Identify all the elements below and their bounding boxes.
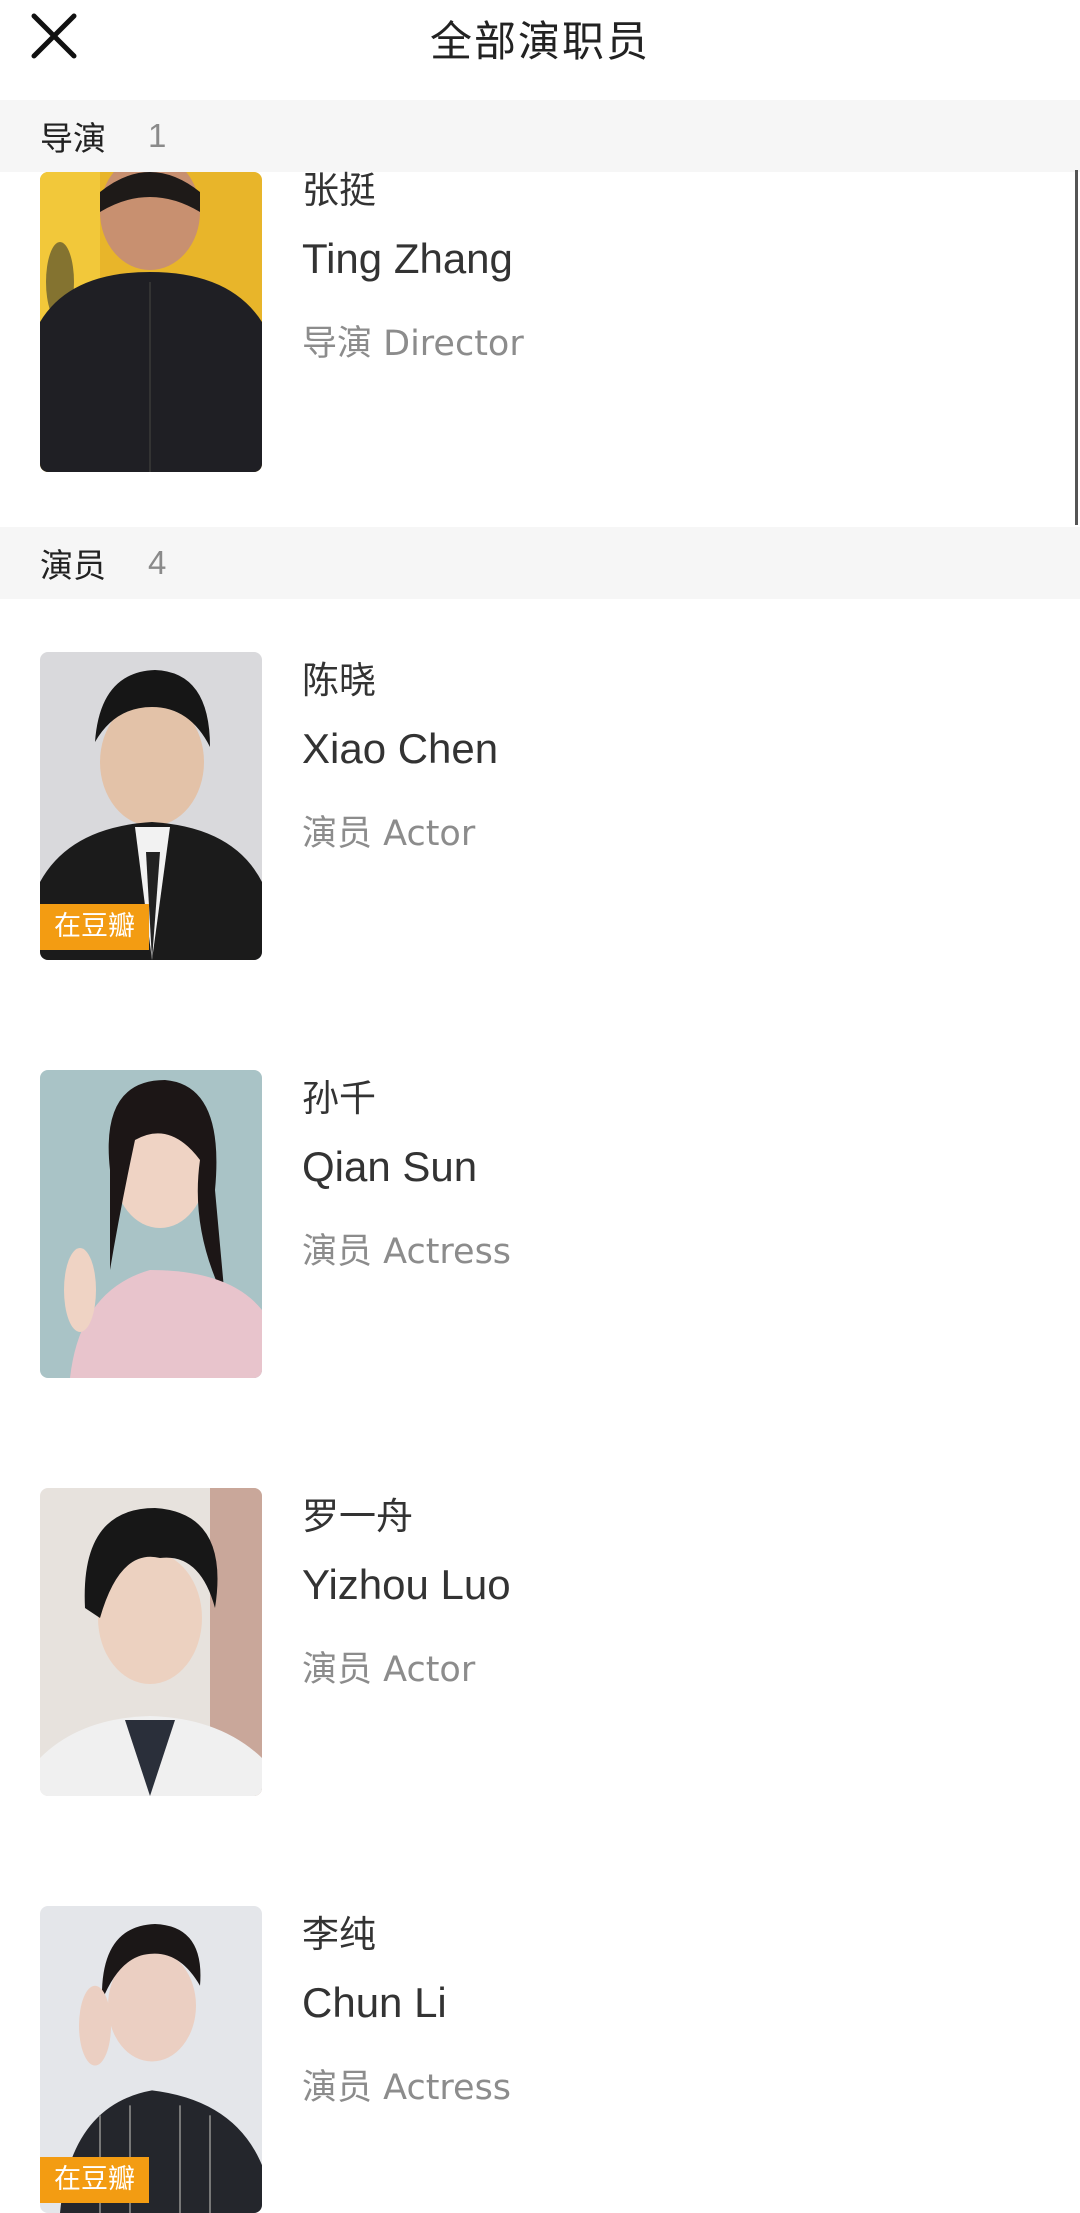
person-role: 演员 Actor — [302, 1650, 476, 1690]
section-header-actors: 演员 4 — [0, 527, 1080, 599]
person-name-en: Qian Sun — [302, 1143, 478, 1190]
section-header-director: 导演 1 — [0, 100, 1080, 172]
person-item-director[interactable]: 张挺 Ting Zhang 导演 Director — [0, 169, 1080, 472]
person-name-cn: 陈晓 — [302, 659, 376, 702]
section-label: 演员 — [40, 546, 106, 585]
person-name-cn: 罗一舟 — [302, 1495, 413, 1538]
person-item[interactable]: 在豆瓣 陈晓 Xiao Chen 演员 Actor — [0, 652, 1080, 962]
douban-badge: 在豆瓣 — [40, 2157, 149, 2203]
section-label: 导演 — [40, 119, 106, 158]
person-role: 演员 Actress — [302, 2068, 512, 2108]
person-info: 李纯 Chun Li 演员 Actress — [302, 1910, 511, 2112]
person-info: 张挺 Ting Zhang 导演 Director — [302, 166, 524, 368]
top-bar: 全部演职员 — [0, 0, 1080, 100]
person-role: 导演 Director — [302, 324, 524, 364]
douban-badge: 在豆瓣 — [40, 904, 149, 950]
person-item[interactable]: 罗一舟 Yizhou Luo 演员 Actor — [0, 1488, 1080, 1798]
person-name-en: Yizhou Luo — [302, 1561, 511, 1608]
person-photo[interactable] — [40, 1070, 262, 1378]
person-photo[interactable]: 在豆瓣 — [40, 652, 262, 960]
person-name-en: Chun Li — [302, 1979, 447, 2026]
scrollbar[interactable] — [1075, 170, 1078, 525]
person-name-cn: 孙千 — [302, 1077, 376, 1120]
person-name-cn: 张挺 — [302, 169, 376, 212]
person-role: 演员 Actress — [302, 1232, 512, 1272]
person-name-en: Ting Zhang — [302, 235, 513, 282]
person-photo[interactable] — [40, 1488, 262, 1796]
section-count: 4 — [148, 544, 167, 581]
person-name-cn: 李纯 — [302, 1913, 376, 1956]
page-title: 全部演职员 — [429, 17, 650, 66]
section-count: 1 — [148, 117, 167, 154]
person-info: 罗一舟 Yizhou Luo 演员 Actor — [302, 1492, 511, 1694]
person-item[interactable]: 在豆瓣 李纯 Chun Li 演员 Actress — [0, 1906, 1080, 2213]
person-photo[interactable] — [40, 172, 262, 472]
person-info: 陈晓 Xiao Chen 演员 Actor — [302, 656, 498, 858]
person-role: 演员 Actor — [302, 814, 476, 854]
person-info: 孙千 Qian Sun 演员 Actress — [302, 1074, 511, 1276]
person-item[interactable]: 孙千 Qian Sun 演员 Actress — [0, 1070, 1080, 1380]
person-photo[interactable]: 在豆瓣 — [40, 1906, 262, 2213]
person-name-en: Xiao Chen — [302, 725, 499, 772]
